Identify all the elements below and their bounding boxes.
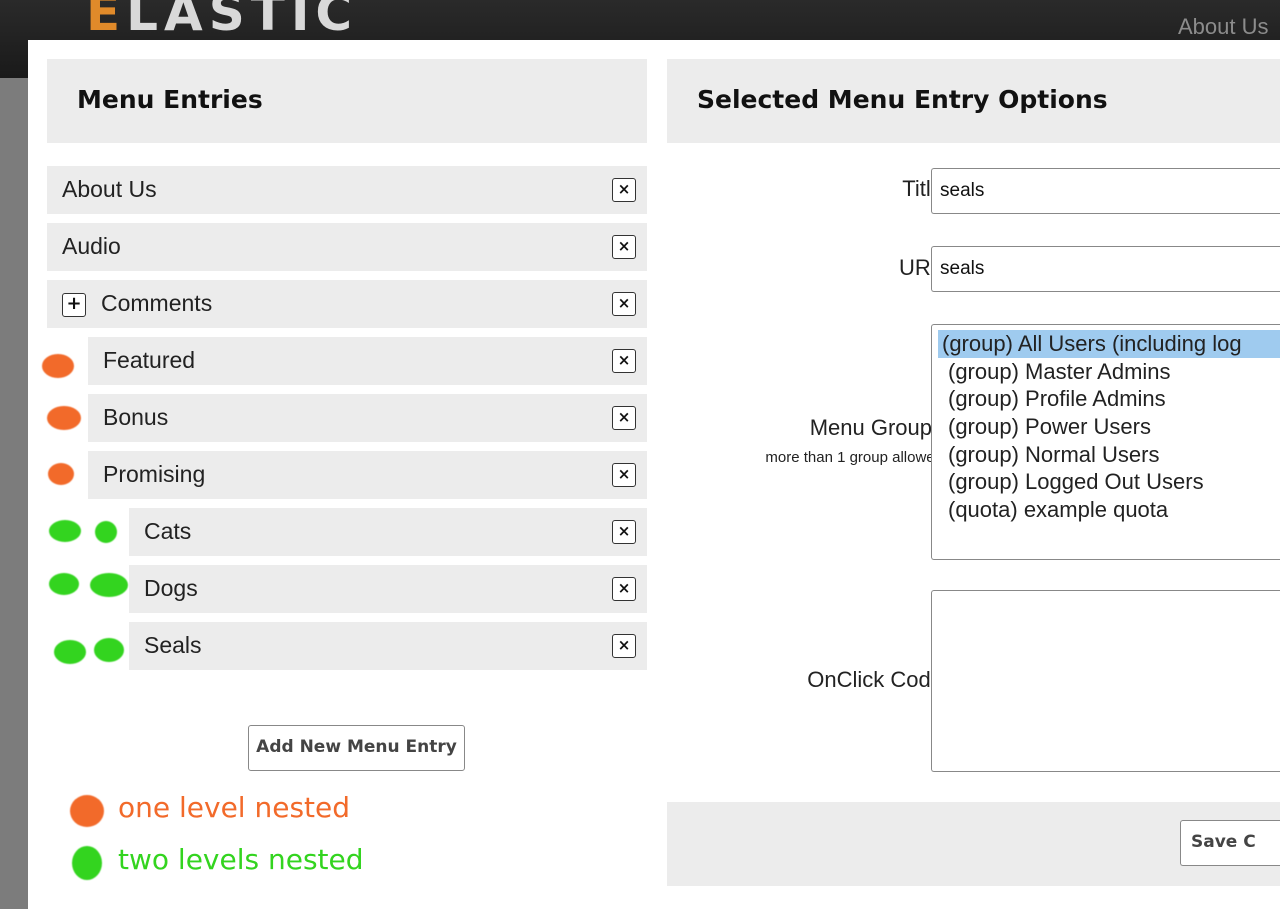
menu-entry-comments[interactable]: + Comments × [47,280,647,328]
group-option[interactable]: (quota) example quota [938,496,1280,524]
onclick-code-textarea[interactable] [931,590,1280,772]
delete-icon[interactable]: × [612,634,636,658]
two-level-marker [90,573,128,597]
backdrop [0,78,28,909]
one-level-marker [47,406,81,430]
onclick-code-label: OnClick Code [807,667,943,692]
group-option[interactable]: (group) Power Users [938,413,1280,441]
menu-entry-promising[interactable]: Promising × [88,451,647,499]
menu-entry-label: Comments [101,290,213,316]
title-input[interactable]: seals [931,168,1280,214]
entry-options-header: Selected Menu Entry Options [667,59,1280,143]
delete-icon[interactable]: × [612,349,636,373]
legend-green-marker [72,846,102,880]
menu-entry-about-us[interactable]: About Us × [47,166,647,214]
group-option[interactable]: (group) Normal Users [938,441,1280,469]
delete-icon[interactable]: × [612,463,636,487]
menu-entry-label: Seals [144,632,202,658]
menu-entry-bonus[interactable]: Bonus × [88,394,647,442]
two-level-marker [95,521,117,543]
one-level-marker [48,463,74,485]
url-input[interactable]: seals [931,246,1280,292]
menu-entry-label: Featured [103,347,196,373]
menu-entry-label: Bonus [103,404,169,430]
menu-entry-label: Cats [144,518,192,544]
nav-about-us[interactable]: About Us [1178,14,1269,40]
delete-icon[interactable]: × [612,292,636,316]
menu-entry-label: Dogs [144,575,198,601]
menu-entry-label: Promising [103,461,206,487]
menu-entry-featured[interactable]: Featured × [88,337,647,385]
menu-entry-seals[interactable]: Seals × [129,622,647,670]
delete-icon[interactable]: × [612,577,636,601]
menu-groups-hint: more than 1 group allowed [765,449,943,466]
menu-entry-label: Audio [62,233,121,259]
legend-orange-marker [70,795,104,827]
delete-icon[interactable]: × [612,406,636,430]
menu-entry-audio[interactable]: Audio × [47,223,647,271]
menu-groups-select[interactable]: (group) All Users (including log (group)… [931,324,1280,560]
menu-entry-label: About Us [62,176,157,202]
group-option[interactable]: (group) Profile Admins [938,385,1280,413]
two-level-marker [94,638,124,662]
two-level-marker [49,573,79,595]
delete-icon[interactable]: × [612,235,636,259]
two-level-marker [54,640,86,664]
group-option[interactable]: (group) Master Admins [938,358,1280,386]
expand-icon[interactable]: + [62,293,86,317]
group-option[interactable]: (group) Logged Out Users [938,468,1280,496]
menu-entries-header: Menu Entries [47,59,647,143]
entry-options-title: Selected Menu Entry Options [697,85,1108,114]
save-button[interactable]: Save C [1180,820,1280,866]
delete-icon[interactable]: × [612,520,636,544]
menu-entries-title: Menu Entries [77,85,263,114]
add-menu-entry-button[interactable]: Add New Menu Entry [248,725,465,771]
logo: ELASTIC [86,0,359,42]
menu-entry-cats[interactable]: Cats × [129,508,647,556]
two-level-marker [49,520,81,542]
delete-icon[interactable]: × [612,178,636,202]
menu-entry-dogs[interactable]: Dogs × [129,565,647,613]
group-option[interactable]: (group) All Users (including log [938,330,1280,358]
legend-one-level: one level nested [118,791,351,824]
menu-groups-label: Menu Groups [809,415,943,440]
one-level-marker [42,354,74,378]
legend-two-levels: two levels nested [118,843,364,876]
